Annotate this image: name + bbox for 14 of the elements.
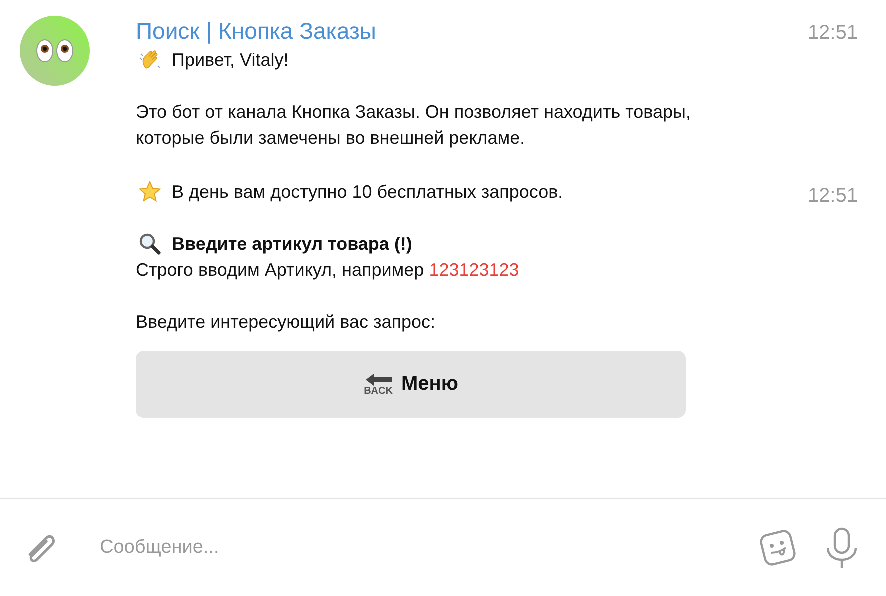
message-time: 12:51 bbox=[808, 184, 859, 209]
message-text: Привет, Vitaly! bbox=[172, 49, 289, 72]
sticker-icon[interactable] bbox=[758, 528, 798, 568]
message-text: Введите артикул товара (!) bbox=[172, 233, 412, 256]
message-text: Это бот от канала Кнопка Заказы. Он позволяет находить товары, которые были замечены во внешней рекламе. bbox=[136, 101, 692, 150]
message-text: Введите интересующий вас запрос: bbox=[136, 311, 436, 334]
article-link[interactable]: 123123123 bbox=[429, 260, 520, 280]
star-icon bbox=[136, 180, 164, 204]
eyes-icon bbox=[35, 39, 75, 63]
sender-name[interactable]: Поиск | Кнопка Заказы bbox=[136, 18, 786, 45]
message-text: Строго вводим Артикул, например 123123123 bbox=[136, 259, 520, 282]
message-time: 12:51 bbox=[808, 21, 859, 46]
message-text: В день вам доступно 10 бесплатных запросов. bbox=[172, 181, 564, 204]
menu-button[interactable]: BACK Меню bbox=[136, 351, 686, 418]
